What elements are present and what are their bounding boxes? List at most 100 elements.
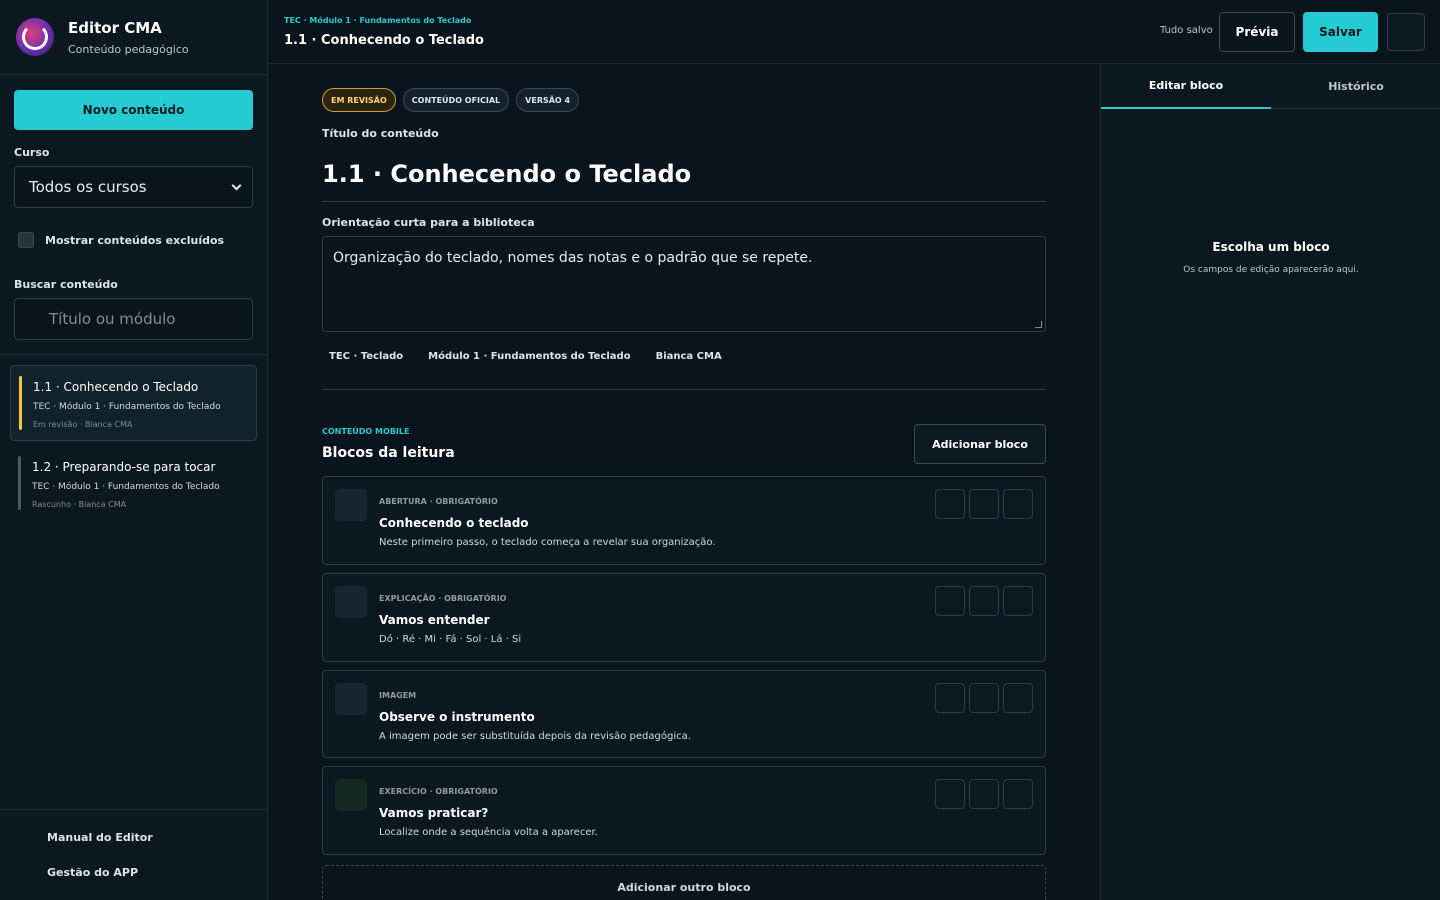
- content-item-meta: Rascunho · Bianca CMA: [32, 500, 127, 509]
- app-title: Editor CMA: [68, 18, 162, 37]
- breadcrumb[interactable]: TEC · Módulo 1 · Fundamentos do Teclado: [284, 16, 471, 25]
- block-title: Observe o instrumento: [379, 710, 535, 724]
- show-deleted-label: Mostrar conteúdos excluídos: [45, 233, 225, 247]
- app-logo-icon: [16, 18, 54, 56]
- move-down-icon[interactable]: [969, 683, 999, 713]
- search-label: Buscar conteúdo: [14, 278, 118, 291]
- version-badge: VERSÃO 4: [516, 88, 580, 112]
- drag-handle-icon[interactable]: [335, 586, 367, 618]
- block-kind: EXERCÍCIO · OBRIGATÓRIO: [379, 787, 498, 796]
- panel-tabs: Editar bloco Histórico: [1101, 64, 1440, 109]
- resize-handle-icon[interactable]: [1035, 321, 1042, 328]
- title-underline: [322, 201, 1046, 202]
- drag-handle-icon[interactable]: [335, 683, 367, 715]
- course-tag: TEC · Teclado: [329, 351, 404, 362]
- sidebar-divider: [0, 354, 268, 355]
- add-other-block-button[interactable]: Adicionar outro bloco: [322, 865, 1046, 900]
- block-kind: IMAGEM: [379, 691, 417, 700]
- drag-handle-icon[interactable]: [335, 489, 367, 521]
- course-select-value: Todos os cursos: [29, 178, 147, 196]
- sidebar-footer-divider: [0, 809, 268, 810]
- block-description: Localize onde a sequência volta a aparec…: [379, 827, 598, 838]
- manual-link[interactable]: Manual do Editor: [47, 831, 153, 844]
- section-title: Blocos da leitura: [322, 445, 455, 461]
- empty-state-subtitle: Os campos de edição aparecerão aqui.: [1183, 265, 1359, 275]
- chevron-down-icon: [231, 180, 242, 190]
- search-input[interactable]: Título ou módulo: [14, 298, 253, 340]
- section-divider: [322, 389, 1046, 390]
- status-indicator: [18, 456, 21, 510]
- move-up-icon[interactable]: [935, 779, 965, 809]
- content-list-item[interactable]: 1.1 · Conhecendo o Teclado TEC · Módulo …: [10, 365, 257, 441]
- guidance-label: Orientação curta para a biblioteca: [322, 216, 535, 229]
- guidance-textarea[interactable]: Organização do teclado, nomes das notas …: [322, 236, 1046, 332]
- content-item-title: 1.2 · Preparando-se para tocar: [32, 460, 216, 474]
- content-item-title: 1.1 · Conhecendo o Teclado: [33, 380, 199, 394]
- official-badge: CONTEÚDO OFICIAL: [402, 88, 510, 112]
- section-kicker: CONTEÚDO MOBILE: [322, 427, 410, 436]
- page-title: 1.1 · Conhecendo o Teclado: [284, 33, 484, 48]
- content-title-input[interactable]: 1.1 · Conhecendo o Teclado: [322, 160, 691, 188]
- content-item-path: TEC · Módulo 1 · Fundamentos do Teclado: [32, 482, 220, 492]
- save-status: Tudo salvo: [1160, 25, 1213, 36]
- add-block-button[interactable]: Adicionar bloco: [914, 424, 1046, 464]
- delete-icon[interactable]: [1003, 586, 1033, 616]
- block-card[interactable]: IMAGEM Observe o instrumento A imagem po…: [322, 670, 1046, 758]
- block-title: Vamos praticar?: [379, 806, 489, 820]
- empty-state-title: Escolha um bloco: [1212, 240, 1330, 254]
- guidance-text: Organização do teclado, nomes das notas …: [333, 250, 813, 266]
- block-kind: ABERTURA · OBRIGATÓRIO: [379, 497, 498, 506]
- editor-main: EM REVISÃO CONTEÚDO OFICIAL VERSÃO 4 Tít…: [268, 64, 1100, 900]
- show-deleted-row[interactable]: Mostrar conteúdos excluídos: [18, 232, 224, 248]
- save-button[interactable]: Salvar: [1303, 12, 1378, 52]
- review-badge: EM REVISÃO: [322, 88, 396, 112]
- more-options-button[interactable]: [1387, 13, 1425, 51]
- block-kind: EXPLICAÇÃO · OBRIGATÓRIO: [379, 594, 507, 603]
- move-down-icon[interactable]: [969, 489, 999, 519]
- block-description: Neste primeiro passo, o teclado começa a…: [379, 537, 716, 548]
- course-label: Curso: [14, 146, 50, 159]
- move-up-icon[interactable]: [935, 586, 965, 616]
- sidebar: Editor CMA Conteúdo pedagógico Novo cont…: [0, 0, 268, 900]
- block-description: A imagem pode ser substituída depois da …: [379, 731, 691, 742]
- brand-header: Editor CMA Conteúdo pedagógico: [0, 0, 267, 75]
- app-management-link[interactable]: Gestão do APP: [47, 866, 138, 879]
- delete-icon[interactable]: [1003, 489, 1033, 519]
- block-title: Conhecendo o teclado: [379, 516, 529, 530]
- title-label: Título do conteúdo: [322, 127, 439, 140]
- block-title: Vamos entender: [379, 613, 490, 627]
- author-tag: Bianca CMA: [655, 351, 722, 362]
- delete-icon[interactable]: [1003, 683, 1033, 713]
- content-list-item[interactable]: 1.2 · Preparando-se para tocar TEC · Mód…: [10, 446, 257, 522]
- block-actions: [935, 489, 1033, 519]
- content-item-path: TEC · Módulo 1 · Fundamentos do Teclado: [33, 402, 221, 412]
- app-subtitle: Conteúdo pedagógico: [68, 42, 189, 56]
- block-panel: Editar bloco Histórico Escolha um bloco …: [1100, 64, 1440, 900]
- status-badges: EM REVISÃO CONTEÚDO OFICIAL VERSÃO 4: [322, 88, 580, 112]
- preview-button[interactable]: Prévia: [1219, 12, 1295, 52]
- move-up-icon[interactable]: [935, 683, 965, 713]
- tab-history[interactable]: Histórico: [1271, 64, 1440, 109]
- search-placeholder: Título ou módulo: [49, 310, 176, 328]
- block-card[interactable]: EXPLICAÇÃO · OBRIGATÓRIO Vamos entender …: [322, 573, 1046, 662]
- block-actions: [935, 586, 1033, 616]
- delete-icon[interactable]: [1003, 779, 1033, 809]
- block-description: Dó · Ré · Mi · Fá · Sol · Lá · Si: [379, 634, 522, 645]
- content-tags: TEC · Teclado Módulo 1 · Fundamentos do …: [329, 351, 722, 362]
- move-down-icon[interactable]: [969, 586, 999, 616]
- tab-edit-block[interactable]: Editar bloco: [1101, 64, 1271, 109]
- block-card[interactable]: EXERCÍCIO · OBRIGATÓRIO Vamos praticar? …: [322, 766, 1046, 855]
- move-up-icon[interactable]: [935, 489, 965, 519]
- block-actions: [935, 683, 1033, 713]
- top-bar: TEC · Módulo 1 · Fundamentos do Teclado …: [268, 0, 1440, 64]
- course-select[interactable]: Todos os cursos: [14, 166, 253, 208]
- new-content-button[interactable]: Novo conteúdo: [14, 90, 253, 130]
- status-indicator: [19, 376, 22, 430]
- block-actions: [935, 779, 1033, 809]
- drag-handle-icon[interactable]: [335, 779, 367, 811]
- module-tag: Módulo 1 · Fundamentos do Teclado: [428, 351, 631, 362]
- content-item-meta: Em revisão · Bianca CMA: [33, 420, 133, 429]
- block-card[interactable]: ABERTURA · OBRIGATÓRIO Conhecendo o tecl…: [322, 476, 1046, 565]
- show-deleted-checkbox[interactable]: [18, 232, 34, 248]
- move-down-icon[interactable]: [969, 779, 999, 809]
